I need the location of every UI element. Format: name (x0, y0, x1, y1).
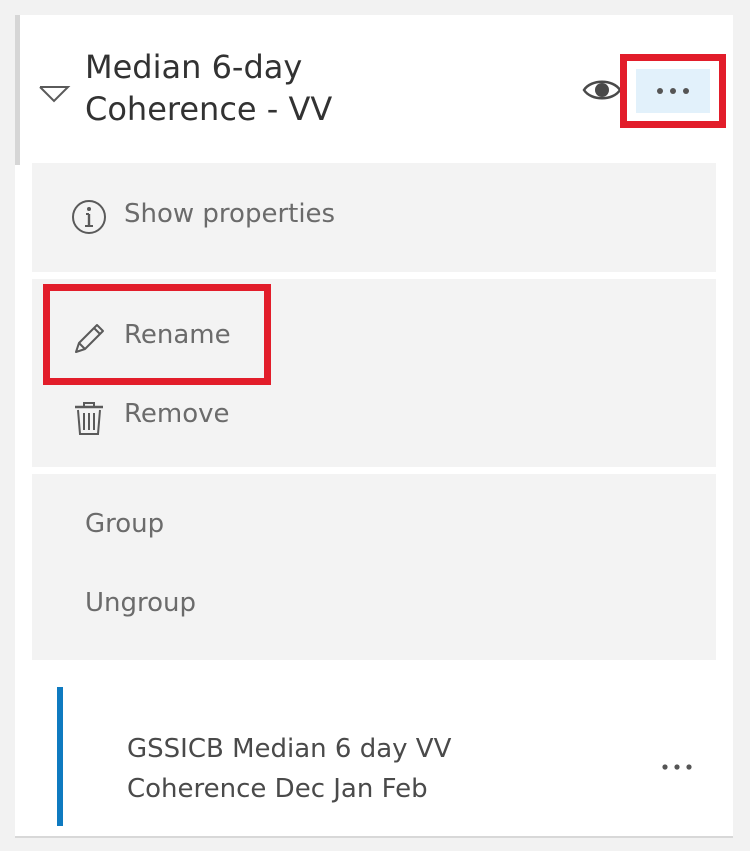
layer-list-panel: Median 6-day Coherence - VV Show propert… (15, 15, 733, 838)
ungroup-menu-item[interactable]: Ungroup (32, 575, 716, 635)
menu-section-properties: Show properties (32, 163, 716, 272)
sublayer-title: GSSICB Median 6 day VV Coherence Dec Jan… (127, 734, 452, 804)
group-label: Group (85, 509, 165, 539)
remove-label: Remove (124, 399, 230, 429)
sublayer-options-button[interactable] (647, 749, 707, 785)
info-circle-icon (70, 198, 108, 236)
panel-bottom-rule (15, 836, 733, 838)
menu-section-group: Group Ungroup (32, 474, 716, 660)
chevron-down-icon[interactable] (37, 81, 71, 105)
layer-title: Median 6-day Coherence - VV (85, 48, 333, 128)
show-properties-label: Show properties (124, 199, 336, 229)
options-button-highlight (620, 54, 726, 128)
group-menu-item[interactable]: Group (32, 496, 716, 556)
sublayer-accent-bar (57, 687, 63, 826)
rename-highlight (43, 284, 271, 385)
ungroup-label: Ungroup (85, 588, 197, 618)
remove-menu-item[interactable]: Remove (32, 386, 716, 446)
eye-icon[interactable] (581, 75, 623, 105)
sublayer-item[interactable]: GSSICB Median 6 day VV Coherence Dec Jan… (57, 687, 733, 827)
more-horizontal-icon (662, 764, 692, 770)
trash-icon (70, 398, 108, 436)
show-properties-menu-item[interactable]: Show properties (32, 186, 716, 246)
